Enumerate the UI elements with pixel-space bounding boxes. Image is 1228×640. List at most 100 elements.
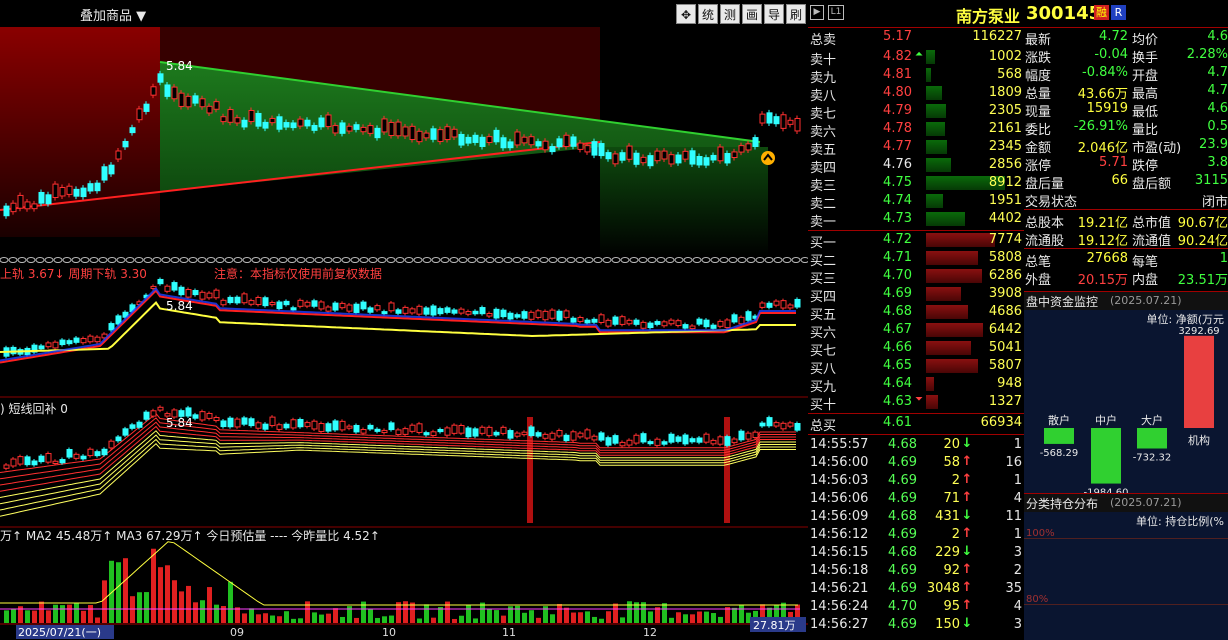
bid-row[interactable]: 买二 4.71 5808 — [808, 249, 1024, 269]
ask-row[interactable]: 卖三 4.75 8912 — [808, 174, 1024, 194]
bid-row[interactable]: 买四 4.69 3908 — [808, 285, 1024, 305]
bid-row[interactable]: 买六 4.67 6442 — [808, 321, 1024, 341]
candle — [297, 298, 304, 309]
ask-row[interactable]: 卖六 4.78 2161 — [808, 120, 1024, 140]
bid-row[interactable]: 买三 4.70 6286 — [808, 267, 1024, 287]
tick-time: 14:56:12 — [810, 527, 869, 542]
candle — [395, 119, 402, 139]
down-arrow-icon: ↓ — [961, 616, 973, 631]
order-volume: 6286 — [988, 268, 1022, 283]
date-cursor-label: 2025/07/21(一) — [18, 626, 101, 639]
pan-move-button[interactable]: ✥ — [676, 4, 696, 24]
bid-row[interactable]: 买五 4.68 4686 — [808, 303, 1024, 323]
ask-row[interactable]: 卖五 4.77 2345 — [808, 138, 1024, 158]
volume-bar — [676, 612, 681, 623]
candle — [598, 430, 605, 443]
bid-row[interactable]: 买七 4.66 5041 — [808, 339, 1024, 359]
candle — [423, 305, 430, 317]
candle — [689, 147, 696, 168]
volume-bar — [926, 122, 945, 136]
volume-bar — [515, 605, 520, 623]
bid-row[interactable]: 买十 4.63 ⏷ 1327 — [808, 393, 1024, 413]
candle — [654, 319, 661, 327]
candle — [745, 309, 752, 323]
tick-volume: 2 — [951, 527, 960, 542]
order-volume: 66934 — [980, 415, 1022, 430]
measure-button[interactable]: 测 — [720, 4, 740, 24]
candle — [493, 430, 500, 437]
candle — [780, 421, 787, 431]
ask-row[interactable]: 卖二 4.74 1951 — [808, 192, 1024, 212]
volume-bar — [578, 612, 583, 623]
order-price: 4.65 — [883, 358, 912, 373]
candle — [276, 422, 283, 432]
short-line-text: ) 短线回补 0 — [0, 402, 68, 416]
tick-count: 1 — [1013, 437, 1022, 452]
stat-value: -0.84% — [1082, 65, 1128, 80]
ask-row[interactable]: 卖七 4.79 2305 — [808, 102, 1024, 122]
volume-bar — [683, 614, 688, 623]
ask-row[interactable]: 卖一 4.73 4402 — [808, 210, 1024, 230]
candle — [465, 426, 472, 439]
candle — [360, 300, 367, 311]
tick-price: 4.69 — [888, 581, 917, 596]
volume-bar — [46, 610, 51, 623]
volume-bar — [4, 610, 9, 623]
candle — [556, 309, 563, 323]
ask-row[interactable]: 卖四 4.76 2856 — [808, 156, 1024, 176]
candle — [542, 309, 549, 322]
fund-bar — [1184, 335, 1214, 428]
fund-bar — [1137, 428, 1167, 449]
stat-value: -26.91% — [1073, 119, 1128, 134]
holding-date: (2025.07.21) — [1110, 496, 1182, 509]
kline-chart-area[interactable]: 5.84 上轨 3.67↓ 周期下轨 3.30 注意：本指标仅使用前复权数据 5… — [0, 27, 808, 640]
candle — [339, 301, 346, 310]
margin-tag-icon[interactable]: 融 — [1094, 5, 1109, 20]
volume-bar — [655, 607, 660, 623]
order-volume: 568 — [997, 67, 1022, 82]
draw-button[interactable]: 画 — [742, 4, 762, 24]
bid-row[interactable]: 买九 4.64 948 — [808, 375, 1024, 395]
volume-bar — [67, 604, 72, 623]
tick-price: 4.69 — [888, 491, 917, 506]
bid-row[interactable]: 买一 4.72 7774 — [808, 231, 1024, 251]
candle — [773, 299, 780, 308]
candle — [458, 423, 465, 436]
sum-value: 1 — [1219, 251, 1228, 266]
order-price: 4.68 — [883, 304, 912, 319]
volume-bar — [263, 613, 268, 623]
level1-icon[interactable]: L1 — [828, 5, 844, 20]
statistics-button[interactable]: 统 — [698, 4, 718, 24]
order-price: 4.71 — [883, 250, 912, 265]
candle — [437, 126, 444, 145]
candle — [514, 128, 521, 148]
candle — [339, 419, 346, 432]
ask-row[interactable]: 卖八 4.80 1809 — [808, 84, 1024, 104]
candle — [773, 420, 780, 429]
tick-time: 14:56:24 — [810, 599, 869, 614]
play-icon[interactable]: ▶ — [810, 5, 824, 20]
candle — [367, 423, 374, 431]
divider — [1024, 248, 1228, 249]
total-sell-row[interactable]: 总卖 5.17 116227 — [808, 28, 1024, 48]
candle — [535, 430, 542, 439]
candle — [444, 425, 451, 438]
holding-header[interactable]: 分类持仓分布 (2025.07.21) — [1024, 493, 1228, 513]
peak-price-label-2: 5.84 — [166, 299, 193, 313]
fund-monitor-header[interactable]: 盘中资金监控 (2025.07.21) — [1024, 291, 1228, 311]
overlay-stock-dropdown[interactable]: 叠加商品 ▼ — [80, 5, 146, 24]
candle — [332, 301, 339, 313]
candle — [689, 436, 696, 444]
stat-value: 23.9 — [1199, 137, 1228, 152]
holding-title: 分类持仓分布 — [1026, 497, 1099, 511]
bid-row[interactable]: 买八 4.65 5807 — [808, 357, 1024, 377]
total-buy-row[interactable]: 总买 4.61 66934 — [808, 414, 1024, 434]
export-button[interactable]: 导 — [764, 4, 784, 24]
ask-row[interactable]: 卖九 4.81 568 — [808, 66, 1024, 86]
volume-bar — [926, 377, 934, 391]
candle — [556, 428, 563, 438]
r-tag-icon[interactable]: R — [1111, 5, 1126, 20]
candle — [17, 454, 24, 467]
refresh-button[interactable]: 刷 — [786, 4, 806, 24]
ask-row[interactable]: 卖十 4.82 ⏶ 1002 — [808, 48, 1024, 68]
